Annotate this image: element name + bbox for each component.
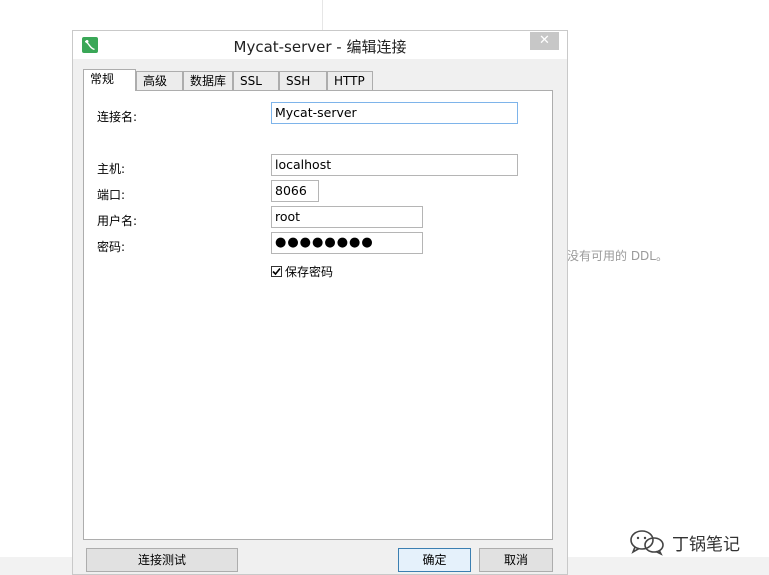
general-tab-panel: 连接名: Mycat-server 主机: localhost 端口: 8066… (83, 90, 553, 540)
wechat-watermark: 丁锅笔记 (628, 528, 740, 556)
host-input[interactable]: localhost (271, 154, 518, 176)
test-connection-button[interactable]: 连接测试 (86, 548, 238, 572)
dialog-titlebar: Mycat-server - 编辑连接 ✕ (73, 31, 567, 59)
checkmark-icon (272, 267, 281, 276)
tab-databases[interactable]: 数据库 (183, 71, 233, 90)
save-password-checkbox[interactable] (271, 266, 282, 277)
cancel-button[interactable]: 取消 (479, 548, 553, 572)
save-password-checkbox-row[interactable]: 保存密码 (271, 263, 333, 280)
connection-name-input[interactable]: Mycat-server (271, 102, 518, 124)
tab-ssh[interactable]: SSH (279, 71, 327, 90)
port-label: 端口: (97, 188, 126, 202)
ok-button[interactable]: 确定 (398, 548, 471, 572)
background-divider (322, 0, 323, 30)
tab-http[interactable]: HTTP (327, 71, 373, 90)
connection-name-label: 连接名: (97, 110, 138, 124)
port-input[interactable]: 8066 (271, 180, 319, 202)
save-password-label: 保存密码 (285, 265, 334, 279)
edit-connection-dialog: Mycat-server - 编辑连接 ✕ 常规 高级 数据库 SSL SSH … (72, 30, 568, 575)
tab-general[interactable]: 常规 (83, 69, 136, 91)
host-label: 主机: (97, 162, 126, 176)
password-label: 密码: (97, 240, 126, 254)
ddl-empty-message: 没有可用的 DDL。 (567, 249, 668, 263)
tab-ssl[interactable]: SSL (233, 71, 279, 90)
wechat-icon (630, 530, 664, 556)
username-label: 用户名: (97, 214, 138, 228)
username-input[interactable]: root (271, 206, 423, 228)
close-icon: ✕ (539, 33, 550, 48)
dialog-title: Mycat-server - 编辑连接 (233, 38, 407, 56)
tab-advanced[interactable]: 高级 (136, 71, 183, 90)
close-button[interactable]: ✕ (530, 32, 559, 50)
watermark-text: 丁锅笔记 (672, 534, 740, 555)
password-input[interactable]: ●●●●●●●● (271, 232, 423, 254)
